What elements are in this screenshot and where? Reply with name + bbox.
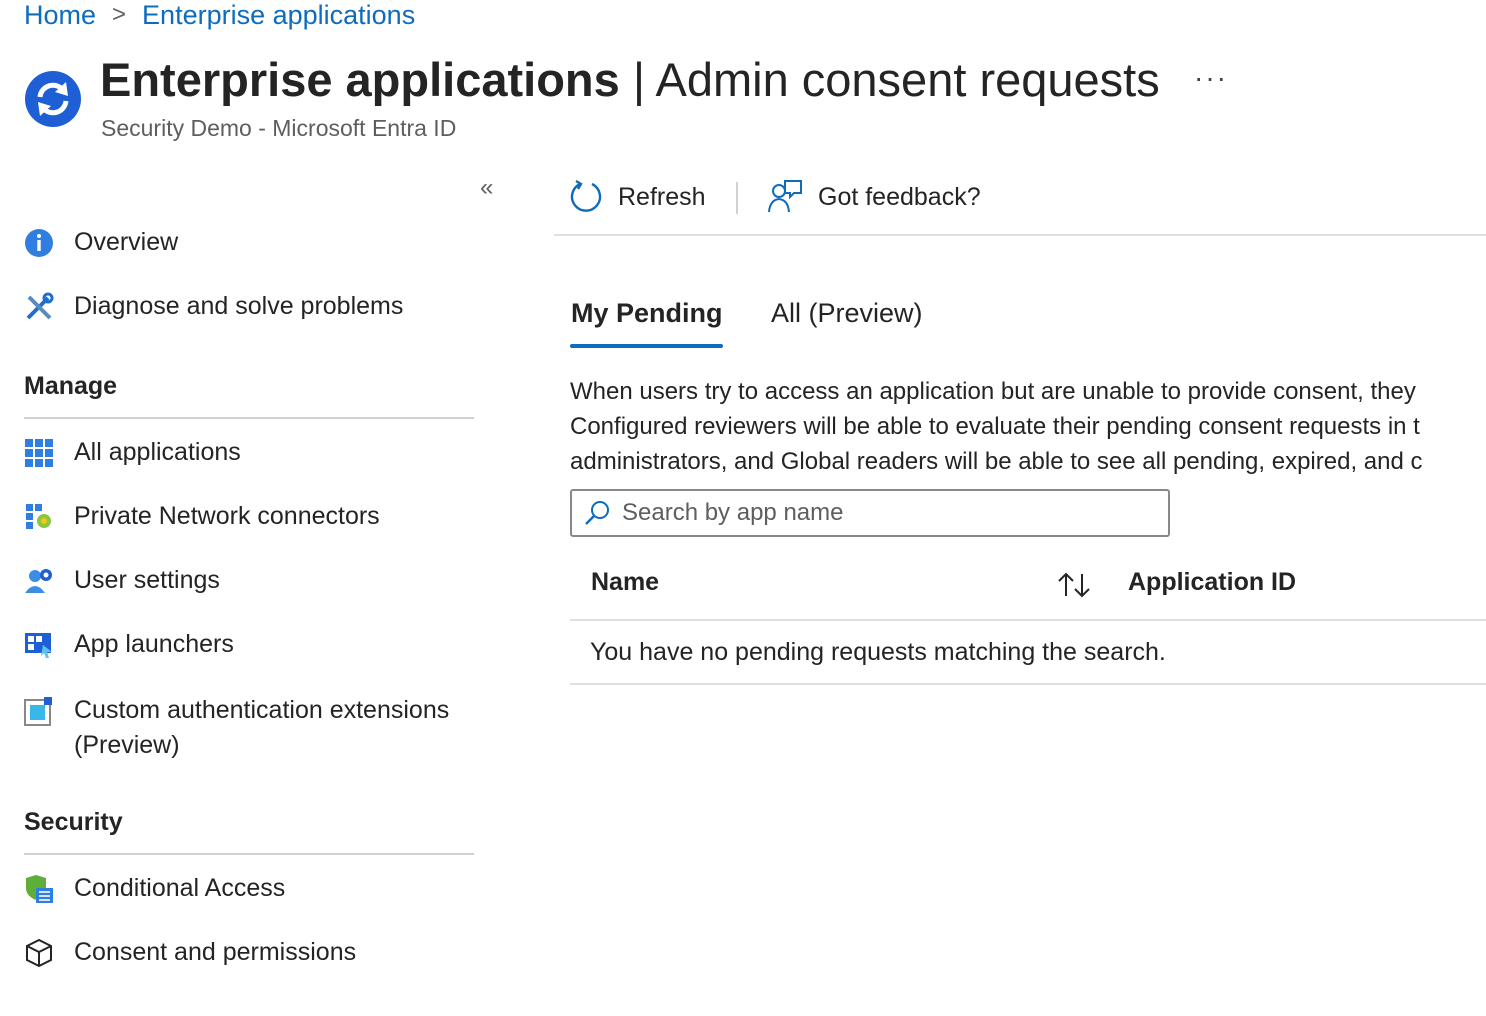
shield-list-icon [26, 875, 53, 903]
breadcrumb-separator: > [112, 1, 127, 28]
sidebar-item-label: Diagnose and solve problems [74, 292, 404, 320]
toolbar-divider [736, 182, 738, 214]
column-header-name[interactable]: Name [591, 568, 659, 597]
table-empty-message: You have no pending requests matching th… [590, 638, 1166, 666]
refresh-circle-icon [25, 71, 81, 127]
sidebar-item-private-network-connectors[interactable]: Private Network connectors [24, 502, 380, 532]
search-box[interactable] [570, 489, 1170, 537]
tab-my-pending[interactable]: My Pending [571, 298, 723, 329]
sidebar-item-label: App launchers [74, 630, 234, 658]
table-bottom-divider [570, 683, 1486, 685]
sidebar-item-diagnose[interactable]: Diagnose and solve problems [24, 292, 403, 322]
description-line: Configured reviewers will be able to eva… [570, 413, 1420, 440]
sidebar-item-label: Conditional Access [74, 874, 286, 902]
refresh-icon [570, 180, 602, 212]
app-launcher-icon [25, 633, 52, 658]
sidebar-item-all-applications[interactable]: All applications [24, 438, 241, 468]
sidebar-divider [24, 417, 474, 419]
description-line: administrators, and Global readers will … [570, 448, 1423, 475]
sidebar-item-label: Overview [74, 228, 179, 256]
column-header-application-id[interactable]: Application ID [1128, 568, 1296, 597]
sidebar-item-label-preview: (Preview) [74, 731, 180, 759]
sidebar-item-label: Custom authentication extensions [74, 696, 450, 724]
breadcrumb-current-link[interactable]: Enterprise applications [142, 0, 415, 31]
search-input[interactable] [622, 499, 1142, 527]
sidebar-item-custom-auth-extensions[interactable]: Custom authentication extensions (Previe… [24, 693, 449, 763]
sidebar-item-label: All applications [74, 438, 241, 466]
sidebar-divider [24, 853, 474, 855]
search-icon [585, 501, 609, 525]
tab-all-preview[interactable]: All (Preview) [771, 298, 923, 329]
refresh-button[interactable]: Refresh [570, 180, 706, 214]
more-options-button[interactable]: ··· [1194, 62, 1228, 94]
user-settings-icon [25, 569, 52, 593]
sort-icon[interactable] [1056, 570, 1092, 600]
sidebar-item-conditional-access[interactable]: Conditional Access [24, 874, 285, 904]
breadcrumb-home-link[interactable]: Home [24, 0, 96, 31]
sidebar-item-overview[interactable]: Overview [24, 228, 178, 258]
info-icon [25, 229, 53, 257]
wrench-icon [26, 292, 54, 320]
feedback-icon [768, 180, 802, 213]
description-text: When users try to access an application … [570, 374, 1486, 479]
grid-icon [25, 439, 53, 467]
page-title-bold: Enterprise applications [100, 53, 620, 106]
collapse-sidebar-button[interactable]: « [480, 174, 493, 202]
sidebar-item-consent-permissions[interactable]: Consent and permissions [24, 938, 356, 968]
extension-icon [24, 697, 52, 726]
feedback-label: Got feedback? [818, 182, 981, 211]
table-header-divider [570, 619, 1486, 621]
page-subtitle: Security Demo - Microsoft Entra ID [101, 115, 457, 141]
feedback-button[interactable]: Got feedback? [768, 180, 981, 214]
refresh-label: Refresh [618, 182, 706, 211]
sidebar-item-label: User settings [74, 566, 220, 594]
sidebar-item-app-launchers[interactable]: App launchers [24, 630, 234, 660]
breadcrumb: Home > Enterprise applications [24, 0, 415, 30]
sidebar-item-label: Private Network connectors [74, 502, 380, 530]
page-title-rest: | Admin consent requests [619, 53, 1160, 106]
page-title: Enterprise applications | Admin consent … [100, 52, 1160, 107]
command-bar: Refresh Got feedback? [554, 170, 1486, 236]
cube-icon [26, 938, 52, 968]
sidebar-item-user-settings[interactable]: User settings [24, 566, 220, 596]
connector-icon [26, 504, 51, 529]
sidebar-section-manage: Manage [24, 372, 118, 400]
description-line: When users try to access an application … [570, 378, 1416, 405]
active-tab-indicator [570, 344, 723, 348]
sidebar-item-label: Consent and permissions [74, 938, 357, 966]
sidebar-section-security: Security [24, 808, 123, 836]
